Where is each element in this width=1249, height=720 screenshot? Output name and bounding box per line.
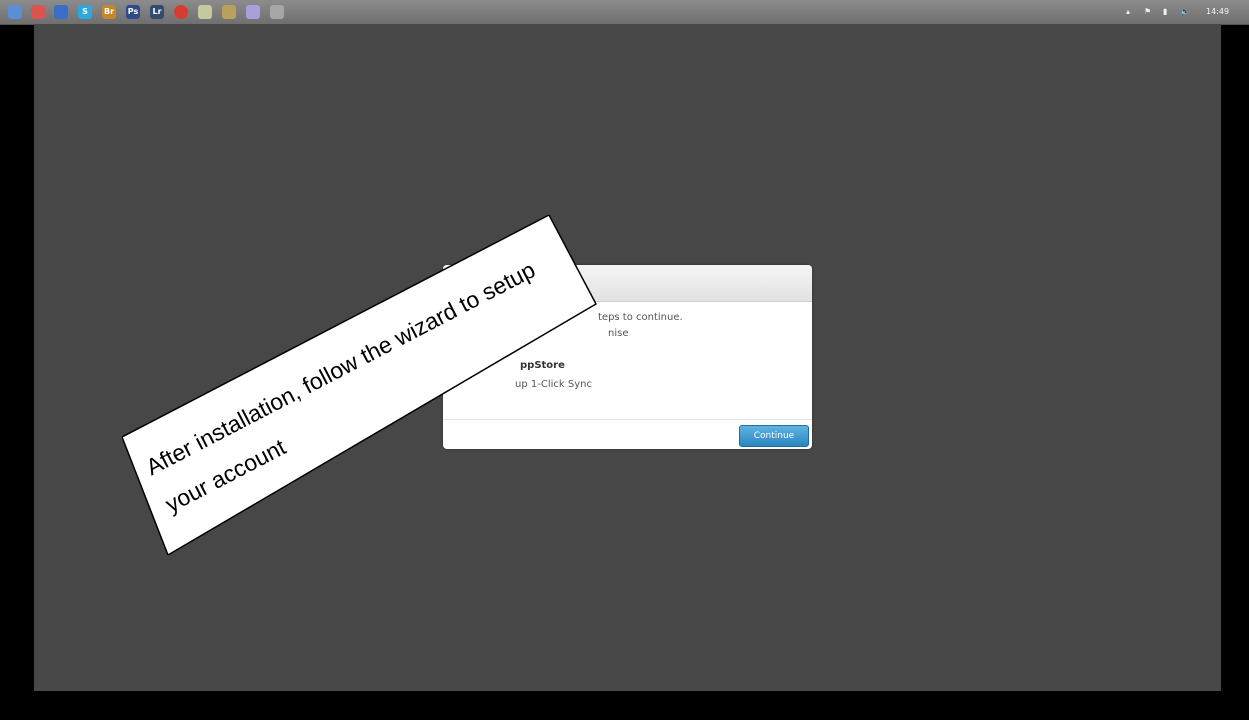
dialog-instruction-text-2: nise — [608, 328, 629, 339]
dialog-footer: Continue — [443, 419, 812, 449]
desktop-screen: S Br Ps Lr ▴ ⚑ ▮ 🔈 14:49 teps to continu… — [0, 0, 1249, 720]
app-icon-11[interactable] — [246, 5, 260, 19]
continue-button[interactable]: Continue — [739, 425, 809, 447]
dialog-step-appstore: ppStore — [520, 360, 565, 371]
photoshop-icon[interactable]: Ps — [126, 5, 140, 19]
app-icon-3[interactable] — [54, 5, 68, 19]
firefox-icon[interactable] — [8, 5, 22, 19]
lightroom-icon[interactable]: Lr — [150, 5, 164, 19]
dialog-step-sync: up 1-Click Sync — [515, 379, 592, 390]
bridge-icon-glyph: Br — [103, 7, 115, 16]
skype-icon-glyph: S — [82, 7, 88, 16]
network-icon[interactable]: ▮ — [1163, 7, 1167, 17]
app-icon-2[interactable] — [31, 5, 45, 19]
clock[interactable]: 14:49 — [1206, 7, 1229, 17]
tray-arrow-icon[interactable]: ▴ — [1126, 7, 1130, 17]
flag-icon[interactable]: ⚑ — [1144, 7, 1151, 17]
app-icon-8[interactable] — [174, 5, 188, 19]
dialog-instruction-text: teps to continue. — [598, 312, 683, 323]
lightroom-icon-glyph: Lr — [152, 7, 162, 16]
photoshop-icon-glyph: Ps — [127, 7, 139, 16]
app-icon-9[interactable] — [198, 5, 212, 19]
app-icon-12[interactable] — [270, 5, 284, 19]
volume-icon[interactable]: 🔈 — [1180, 7, 1190, 17]
bridge-icon[interactable]: Br — [102, 5, 116, 19]
skype-icon[interactable]: S — [78, 5, 92, 19]
folder-icon[interactable] — [222, 5, 236, 19]
taskbar: S Br Ps Lr ▴ ⚑ ▮ 🔈 14:49 — [0, 0, 1249, 25]
